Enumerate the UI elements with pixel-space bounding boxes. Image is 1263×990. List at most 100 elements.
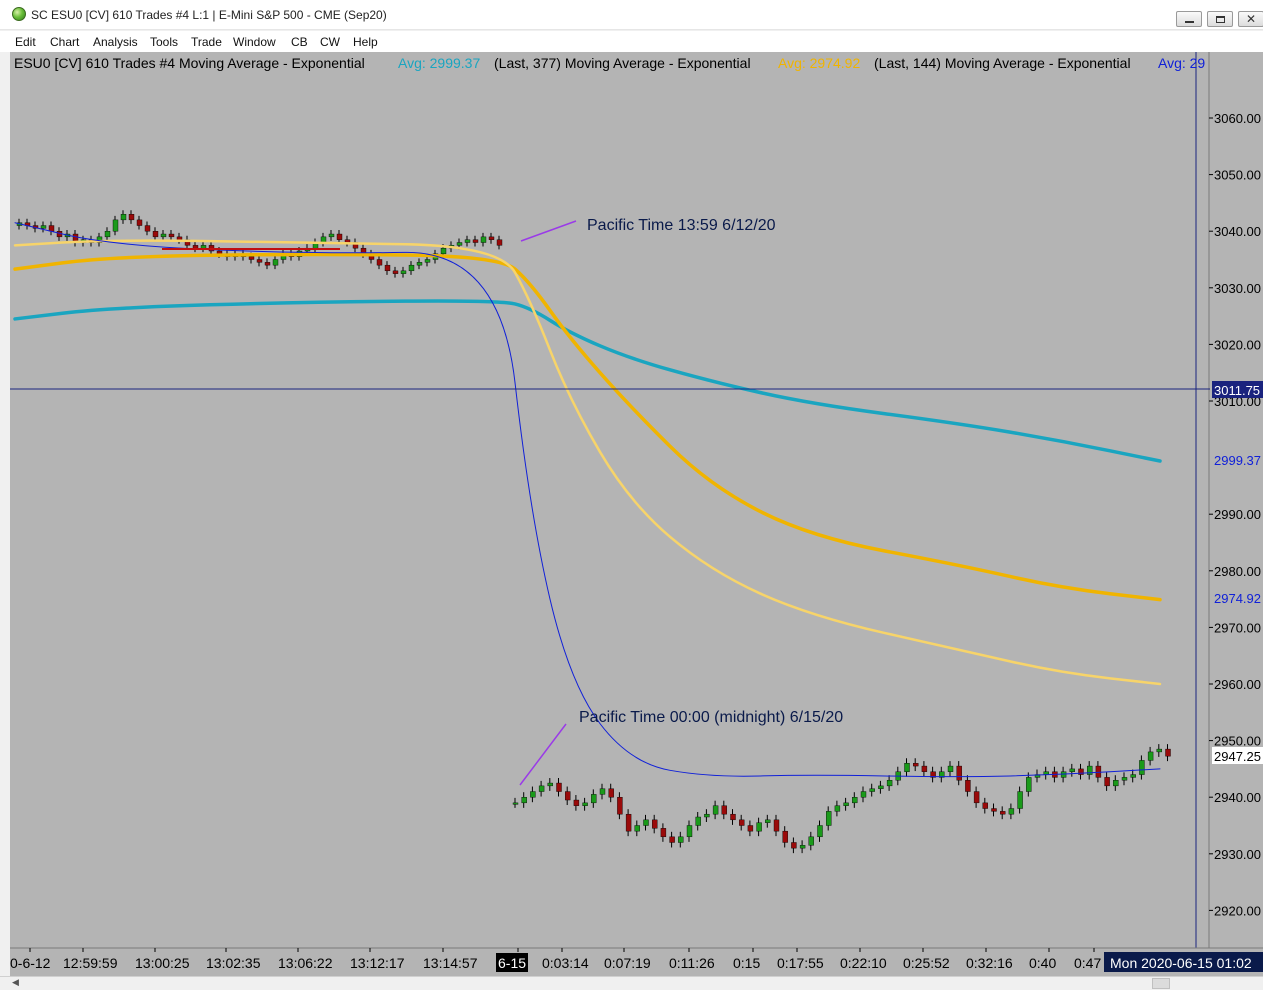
price-tick-label: 2930.00: [1214, 847, 1261, 862]
candle-body: [808, 836, 814, 846]
candle-body: [48, 225, 55, 232]
candle-body: [538, 785, 545, 792]
candle-body: [556, 782, 562, 792]
close-button[interactable]: ✕: [1238, 11, 1263, 27]
price-tick-label: 3030.00: [1214, 281, 1261, 296]
menu-trade[interactable]: Trade: [191, 35, 222, 49]
time-axis-label: 0:11:26: [669, 955, 715, 971]
price-tick-label: 2950.00: [1214, 734, 1261, 749]
study3-avg-label: Avg: 29: [1158, 55, 1205, 71]
candle-body: [573, 799, 580, 806]
sierra-chart-window: SC ESU0 [CV] 610 Trades #4 L:1 | E-Mini …: [0, 0, 1263, 990]
candle-body: [200, 245, 207, 249]
candle-body: [721, 805, 727, 815]
menu-tools[interactable]: Tools: [150, 35, 178, 49]
candle-body: [1008, 808, 1015, 815]
study2-avg-label: Avg: 2974.92: [778, 55, 860, 71]
restore-button[interactable]: [1207, 11, 1233, 27]
candle-body: [530, 791, 536, 798]
candle-body: [272, 259, 279, 266]
price-tick-label: 2980.00: [1214, 564, 1261, 579]
candle-body: [1069, 768, 1076, 772]
candle-body: [852, 797, 858, 804]
candle-body: [973, 791, 980, 804]
candle-body: [1017, 791, 1023, 809]
horizontal-scrollbar[interactable]: [0, 976, 1263, 990]
candle-body: [834, 805, 841, 812]
candle-body: [472, 239, 479, 243]
menu-cb[interactable]: CB: [291, 35, 308, 49]
annotation-label-1: Pacific Time 13:59 6/12/20: [587, 217, 776, 234]
price-tick-label: 2970.00: [1214, 620, 1261, 635]
time-axis-label: 0:40: [1029, 955, 1056, 971]
time-axis-label: 13:06:22: [278, 955, 333, 971]
candle-body: [416, 262, 423, 266]
study1-avg-label: Avg: 2999.37: [398, 55, 480, 71]
time-axis-label: 0-6-12: [10, 955, 51, 971]
candle-body: [488, 236, 495, 240]
restore-icon: [1215, 15, 1225, 23]
price-chart-svg[interactable]: ESU0 [CV] 610 Trades #4 Moving Average -…: [10, 52, 1263, 976]
menu-cw[interactable]: CW: [320, 35, 340, 49]
price-tick-label: 2920.00: [1214, 903, 1261, 918]
candle-body: [565, 791, 571, 801]
candle-body: [336, 233, 343, 240]
candle-body: [765, 819, 771, 823]
window-title: SC ESU0 [CV] 610 Trades #4 L:1 | E-Mini …: [31, 8, 387, 22]
title-bar[interactable]: SC ESU0 [CV] 610 Trades #4 L:1 | E-Mini …: [0, 0, 1263, 30]
candle-body: [739, 819, 745, 826]
candle-body: [730, 813, 736, 821]
scroll-left-icon[interactable]: ◀: [12, 977, 19, 988]
ema377-price-label: 2999.37: [1214, 453, 1261, 468]
candle-body: [128, 214, 135, 221]
candle-body: [392, 270, 399, 274]
candle-body: [704, 813, 710, 818]
candle-body: [256, 259, 263, 263]
menu-analysis[interactable]: Analysis: [93, 35, 138, 49]
candle-body: [1139, 760, 1145, 775]
candle-body: [695, 816, 701, 826]
candle-body: [712, 805, 719, 815]
menu-help[interactable]: Help: [353, 35, 378, 49]
candle-body: [591, 794, 597, 804]
price-tick-label: 3040.00: [1214, 224, 1261, 239]
last-price-label: 2947.25: [1214, 749, 1261, 764]
candle-body: [773, 819, 780, 832]
candle-body: [843, 802, 849, 806]
candle-body: [144, 225, 151, 232]
candle-body: [264, 262, 271, 266]
candle-body: [440, 247, 447, 255]
candle-body: [176, 236, 183, 240]
candle-body: [248, 256, 255, 260]
candle-body: [904, 763, 910, 772]
close-icon: ✕: [1245, 12, 1257, 26]
candle-body: [168, 233, 175, 238]
candle-body: [1026, 777, 1032, 792]
candle-body: [1095, 765, 1102, 778]
candle-body: [152, 230, 159, 238]
menu-chart[interactable]: Chart: [50, 35, 79, 49]
candle-body: [669, 836, 675, 843]
candle-body: [40, 225, 47, 229]
candle-body: [1165, 748, 1171, 757]
minimize-button[interactable]: [1176, 11, 1202, 27]
candle-body: [826, 811, 832, 826]
candle-body: [991, 808, 997, 812]
chart-region[interactable]: ESU0 [CV] 610 Trades #4 Moving Average -…: [10, 52, 1263, 976]
price-tick-label: 2940.00: [1214, 790, 1261, 805]
menu-edit[interactable]: Edit: [15, 35, 36, 49]
scroll-thumb[interactable]: [1152, 978, 1170, 989]
candle-body: [625, 813, 632, 832]
candle-body: [913, 763, 919, 767]
candle-body: [464, 239, 471, 243]
candle-body: [376, 259, 383, 266]
time-axis-label: 0:03:14: [542, 955, 589, 971]
study2-params-label: (Last, 144) Moving Average - Exponential: [874, 55, 1131, 71]
menu-window[interactable]: Window: [233, 35, 276, 49]
candle-body: [547, 782, 553, 787]
candle-body: [512, 802, 519, 805]
window-left-edge: [0, 52, 10, 976]
time-axis-label: 6-15: [498, 955, 526, 971]
time-axis-label: 0:15: [733, 955, 760, 971]
app-globe-icon: [12, 7, 26, 21]
